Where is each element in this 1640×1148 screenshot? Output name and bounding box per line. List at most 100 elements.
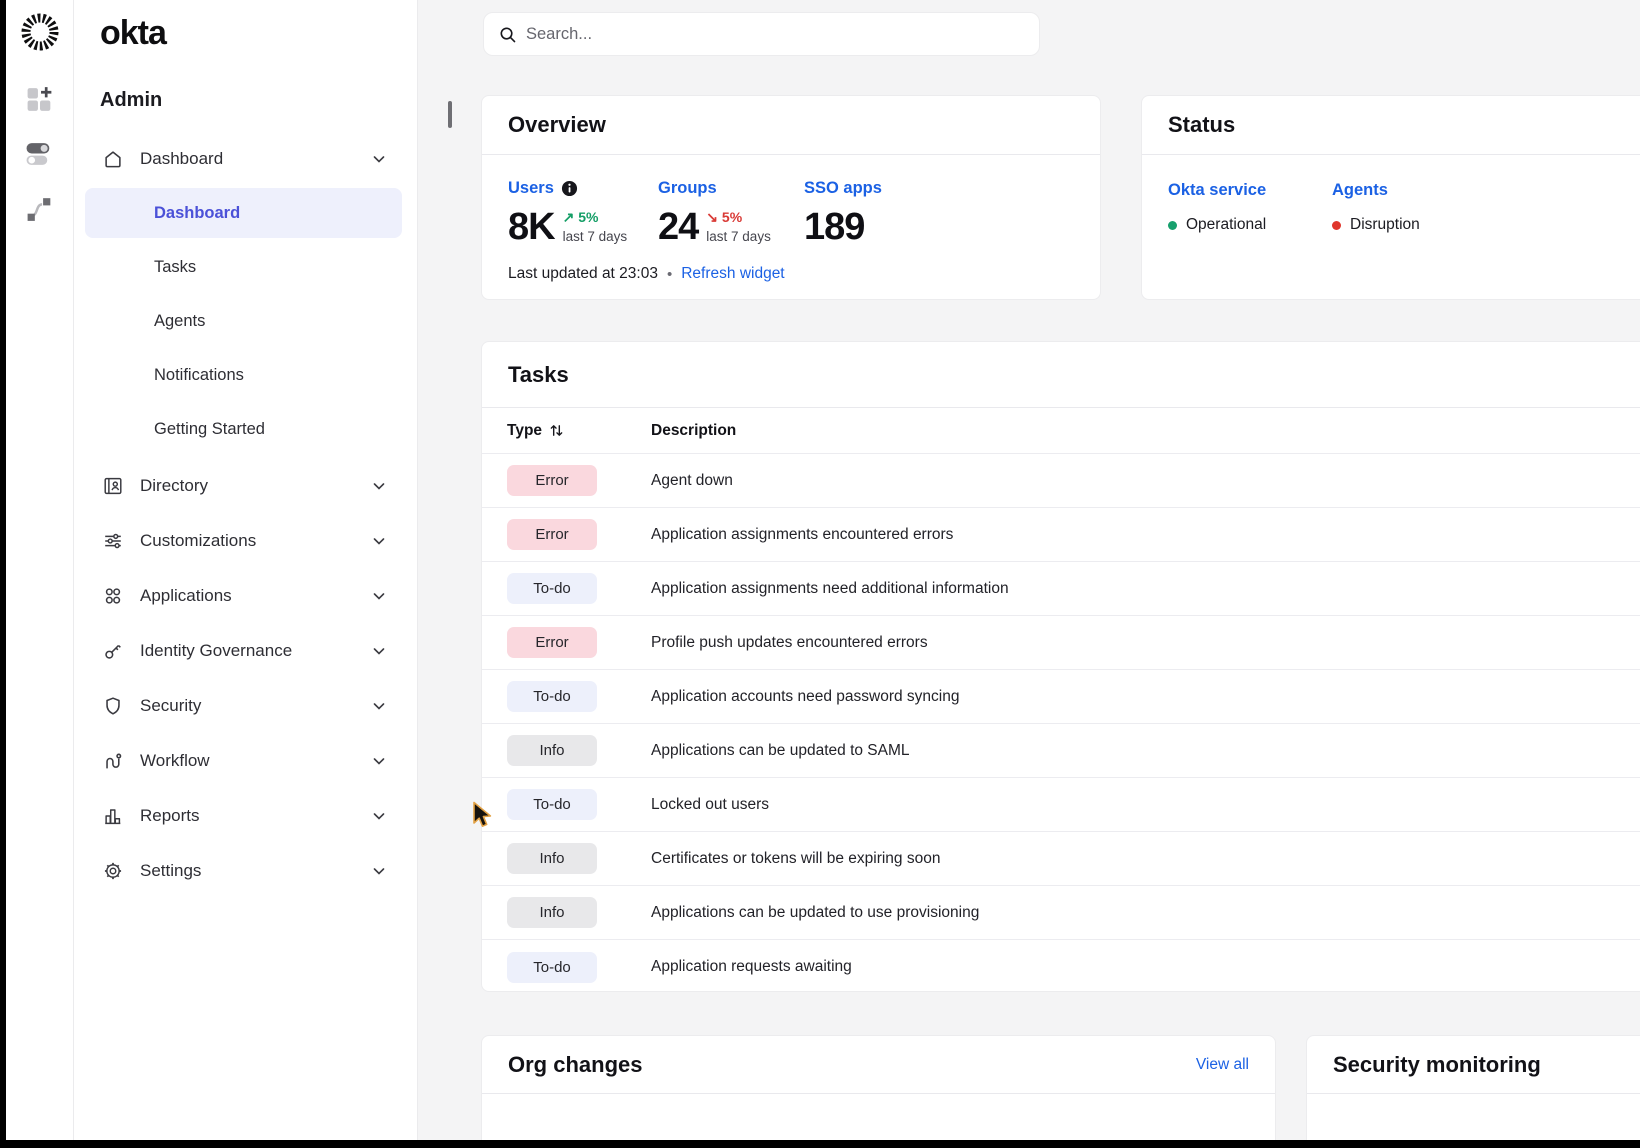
task-type-badge: Info (507, 843, 597, 874)
chevron-down-icon (371, 533, 387, 549)
stat-groups: Groups 24 ↘ 5% last 7 days (658, 179, 804, 247)
scrollbar-thumb[interactable] (448, 101, 452, 128)
disruption-status-dot (1332, 221, 1341, 230)
description-column-header: Description (651, 422, 736, 440)
okta-service-status: Okta service Operational (1168, 181, 1332, 234)
sliders-icon (102, 530, 124, 552)
task-row[interactable]: To-do Application requests awaiting (482, 940, 1640, 994)
chevron-down-icon (371, 588, 387, 604)
id-card-icon (102, 475, 124, 497)
users-count: 8K (508, 207, 555, 247)
tasks-card: Tasks Type Description Error Agent down … (481, 341, 1640, 992)
tasks-title: Tasks (508, 362, 569, 388)
bar-chart-icon (102, 805, 124, 827)
org-changes-card: Org changes View all (481, 1035, 1276, 1148)
sort-icon[interactable] (549, 423, 564, 438)
refresh-widget-link[interactable]: Refresh widget (681, 265, 784, 283)
sidebar-item-security[interactable]: Security (74, 678, 417, 733)
task-row[interactable]: Info Applications can be updated to use … (482, 886, 1640, 940)
last-updated-text: Last updated at 23:03 (508, 265, 658, 283)
gear-icon (102, 860, 124, 882)
stat-users: Users 8K ↗ 5% last 7 days (508, 179, 658, 247)
shield-icon (102, 695, 124, 717)
okta-service-link[interactable]: Okta service (1168, 181, 1332, 200)
overview-title: Overview (508, 112, 606, 138)
search-input[interactable] (526, 25, 1025, 44)
sidebar-item-dashboard[interactable]: Dashboard (74, 131, 417, 186)
search-bar (483, 12, 1040, 56)
task-row[interactable]: To-do Application assignments need addit… (482, 562, 1640, 616)
sso-apps-count: 189 (804, 207, 864, 247)
chevron-down-icon (371, 151, 387, 167)
task-type-badge: To-do (507, 952, 597, 983)
groups-delta: ↘ 5% (706, 209, 771, 226)
sidebar-item-reports[interactable]: Reports (74, 788, 417, 843)
task-type-badge: Info (507, 897, 597, 928)
task-row[interactable]: Error Profile push updates encountered e… (482, 616, 1640, 670)
task-type-badge: Error (507, 519, 597, 550)
overview-card: Overview Users 8K ↗ 5% last 7 days (481, 95, 1101, 300)
sidebar-item-directory[interactable]: Directory (74, 458, 417, 513)
task-type-badge: Info (507, 735, 597, 766)
stat-sso-apps: SSO apps 189 (804, 179, 882, 247)
sidebar-item-identity-governance[interactable]: Identity Governance (74, 623, 417, 678)
task-row[interactable]: Error Application assignments encountere… (482, 508, 1640, 562)
apps-grid-icon (102, 585, 124, 607)
okta-spinner-logo[interactable] (18, 10, 62, 54)
icon-rail (6, 0, 74, 1148)
task-row[interactable]: To-do Locked out users (482, 778, 1640, 832)
sidebar-subitem-tasks[interactable]: Tasks (74, 240, 417, 294)
users-link[interactable]: Users (508, 179, 658, 198)
task-type-badge: To-do (507, 789, 597, 820)
sidebar-nav: Dashboard Dashboard Tasks Agents Notific… (74, 131, 417, 898)
sidebar-subitem-getting-started[interactable]: Getting Started (74, 402, 417, 456)
task-row[interactable]: Error Agent down (482, 454, 1640, 508)
sidebar-item-settings[interactable]: Settings (74, 843, 417, 898)
task-type-badge: Error (507, 465, 597, 496)
sidebar-subitem-dashboard[interactable]: Dashboard (85, 188, 402, 238)
admin-section-label: Admin (100, 88, 417, 112)
status-title: Status (1168, 112, 1235, 138)
key-icon (102, 640, 124, 662)
org-changes-title: Org changes (508, 1052, 642, 1078)
chevron-down-icon (371, 753, 387, 769)
home-icon (102, 148, 124, 170)
chevron-down-icon (371, 808, 387, 824)
groups-count: 24 (658, 207, 698, 247)
workflow-icon (102, 750, 124, 772)
operational-status-dot (1168, 221, 1177, 230)
task-row[interactable]: Info Certificates or tokens will be expi… (482, 832, 1640, 886)
sso-apps-link[interactable]: SSO apps (804, 179, 882, 198)
okta-logo: okta (100, 12, 417, 54)
integrations-icon[interactable] (24, 193, 55, 224)
mouse-cursor (472, 801, 498, 833)
groups-link[interactable]: Groups (658, 179, 804, 198)
chevron-down-icon (371, 863, 387, 879)
spinner-icon (18, 10, 62, 54)
task-type-badge: To-do (507, 681, 597, 712)
sidebar-subitem-agents[interactable]: Agents (74, 294, 417, 348)
feature-toggles-icon[interactable] (24, 138, 55, 169)
task-row[interactable]: To-do Application accounts need password… (482, 670, 1640, 724)
sidebar-item-applications[interactable]: Applications (74, 568, 417, 623)
task-row[interactable]: Info Applications can be updated to SAML (482, 724, 1640, 778)
sidebar-item-workflow[interactable]: Workflow (74, 733, 417, 788)
sidebar: okta Admin Dashboard Dashboard Tasks Age… (74, 0, 418, 1148)
bottom-screen-edge (0, 1140, 1640, 1148)
security-monitoring-title: Security monitoring (1333, 1052, 1541, 1078)
agents-status: Agents Disruption (1332, 181, 1496, 234)
users-delta: ↗ 5% (563, 209, 628, 226)
status-card: Status Okta service Operational Agents D… (1141, 95, 1640, 300)
chevron-down-icon (371, 478, 387, 494)
left-screen-edge (0, 0, 6, 1148)
add-apps-icon[interactable] (24, 84, 55, 115)
sidebar-item-customizations[interactable]: Customizations (74, 513, 417, 568)
info-icon[interactable] (561, 180, 578, 197)
type-column-header: Type (507, 422, 542, 440)
security-monitoring-card: Security monitoring (1306, 1035, 1640, 1148)
sidebar-subitem-notifications[interactable]: Notifications (74, 348, 417, 402)
view-all-link[interactable]: View all (1196, 1056, 1249, 1074)
agents-link[interactable]: Agents (1332, 181, 1496, 200)
task-type-badge: To-do (507, 573, 597, 604)
chevron-down-icon (371, 643, 387, 659)
